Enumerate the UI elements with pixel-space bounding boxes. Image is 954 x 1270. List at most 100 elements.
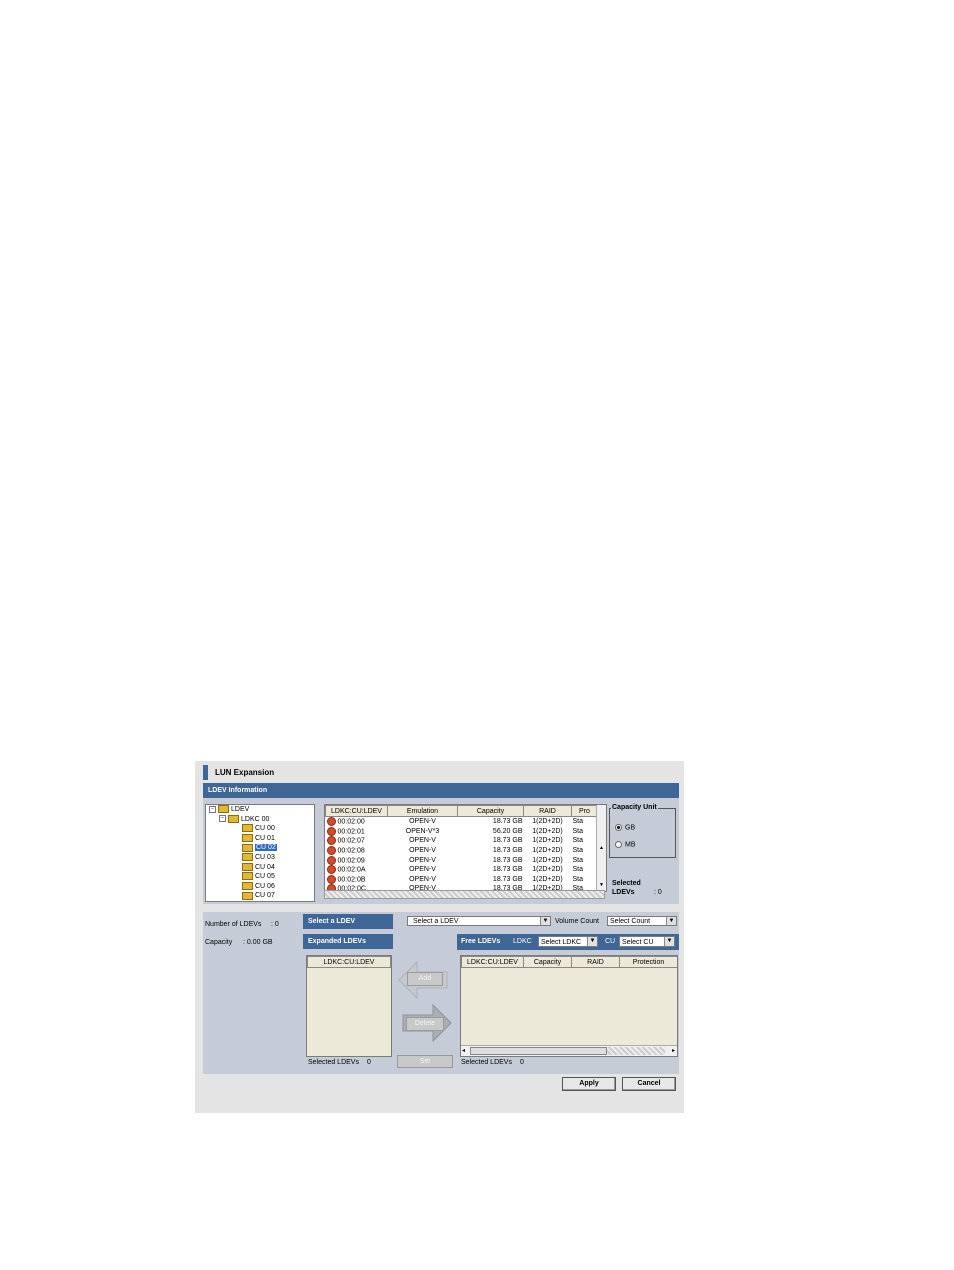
collapse-icon[interactable]: − [209, 805, 216, 813]
ldev-id-cell: 00:02:0A [326, 865, 388, 875]
radio-selected-icon[interactable] [615, 824, 622, 831]
ldkc-dropdown[interactable]: Select LDKC ▼ [538, 936, 598, 947]
cell-text: 18.73 GB [492, 856, 523, 864]
selected-ldevs-label: Selected [612, 880, 641, 887]
ldev-tree[interactable]: − LDEV − LDKC 00 CU 00 CU 01 CU 02 CU 03 C… [205, 804, 315, 902]
column-header[interactable]: LDKC:CU:LDEV [325, 805, 388, 817]
tree-item-cu[interactable]: CU 06 [206, 881, 314, 892]
table-row[interactable]: 00:02:08 OPEN-V 18.73 GB 1(2D+2D) Sta [326, 846, 598, 856]
scroll-right-icon[interactable]: ▸ [672, 1047, 675, 1054]
chevron-down-icon[interactable]: ▼ [540, 917, 550, 925]
table-cell: 18.73 GB [458, 836, 524, 846]
tree-item-cu[interactable]: CU 03 [206, 853, 314, 863]
delete-button[interactable]: Delete [406, 1017, 444, 1031]
table-row[interactable]: 00:02:0B OPEN-V 18.73 GB 1(2D+2D) Sta [326, 874, 598, 885]
radio-gb[interactable]: GB [615, 824, 635, 831]
tree-item-label: CU 00 [255, 825, 275, 833]
free-ldevs-title: Free LDEVs [461, 938, 501, 945]
dropdown-value: Select a LDEV [413, 918, 459, 925]
chevron-down-icon[interactable]: ▼ [587, 937, 597, 946]
tree-item-cu[interactable]: CU 04 [206, 862, 314, 873]
column-header[interactable]: Capacity [523, 956, 572, 968]
table-cell: 56.20 GB [458, 827, 524, 837]
set-button[interactable]: Set [397, 1055, 453, 1068]
table-row[interactable]: 00:02:00 OPEN-V 18.73 GB 1(2D+2D) Sta [326, 817, 598, 827]
tree-item-cu[interactable]: CU 01 [206, 833, 314, 844]
table-row[interactable]: 00:02:0A OPEN-V 18.73 GB 1(2D+2D) Sta [326, 865, 598, 875]
radio-mb[interactable]: MB [615, 841, 636, 848]
tree-item-cu-selected[interactable]: CU 02 [206, 843, 314, 853]
select-ldev-dropdown[interactable]: Select a LDEV ▼ [407, 916, 551, 926]
ldev-status-icon [326, 855, 336, 865]
tree-item-cu[interactable]: CU 05 [206, 872, 314, 882]
chevron-down-icon[interactable]: ▼ [666, 917, 676, 925]
folder-icon [242, 853, 253, 862]
table-cell: 18.73 GB [458, 875, 524, 885]
tree-item-ldev[interactable]: − LDEV [206, 805, 314, 815]
folder-icon [242, 872, 253, 881]
table-row[interactable]: 00:02:09 OPEN-V 18.73 GB 1(2D+2D) Sta [326, 855, 598, 865]
scroll-up-icon[interactable]: ▲ [599, 845, 604, 851]
cancel-button[interactable]: Cancel [622, 1077, 676, 1091]
folder-icon [228, 814, 239, 823]
scroll-down-icon[interactable]: ▼ [599, 882, 604, 888]
expanded-ldevs-table[interactable]: LDKC:CU:LDEV [306, 955, 392, 1057]
folder-icon [242, 824, 253, 833]
cell-text: OPEN-V [409, 837, 436, 845]
free-ldevs-table[interactable]: LDKC:CU:LDEV Capacity RAID Protection ◂ … [460, 955, 678, 1057]
tree-item-label: CU 02 [255, 844, 277, 852]
selected-ldevs-label-2: LDEVs [612, 889, 635, 896]
ldev-id-cell: 00:02:00 [326, 817, 388, 827]
chevron-down-icon[interactable]: ▼ [664, 937, 674, 946]
column-header[interactable]: Emulation [387, 805, 458, 817]
column-header[interactable]: LDKC:CU:LDEV [461, 956, 524, 968]
cell-text: 00:02:0B [337, 876, 366, 884]
ldev-table[interactable]: LDKC:CU:LDEV Emulation Capacity RAID Pro… [324, 804, 607, 892]
tree-item-cu[interactable]: CU 00 [206, 824, 314, 834]
cell-text: OPEN-V [409, 818, 436, 826]
table-cell: OPEN-V [388, 865, 458, 875]
expanded-selected-label: Selected LDEVs [308, 1059, 359, 1066]
tree-item-cu[interactable]: CU 07 [206, 891, 314, 901]
table-row[interactable]: 00:02:07 OPEN-V 18.73 GB 1(2D+2D) Sta [326, 836, 598, 846]
radio-icon[interactable] [615, 841, 622, 848]
ldev-id-cell: 00:02:07 [326, 836, 388, 846]
column-header[interactable]: Capacity [457, 805, 524, 817]
expanded-selected-value: 0 [367, 1059, 371, 1066]
scroll-left-icon[interactable]: ◂ [462, 1047, 465, 1054]
scroll-track[interactable] [607, 1047, 665, 1055]
column-header[interactable]: Protection [619, 956, 677, 968]
add-button[interactable]: Add [407, 972, 443, 986]
tree-item-label: LDKC 00 [241, 815, 270, 823]
volume-count-dropdown[interactable]: Select Count ▼ [607, 916, 677, 926]
cell-text: 1(2D+2D) [532, 847, 563, 855]
tree-item-label: CU 05 [255, 873, 275, 881]
tree-item-ldkc[interactable]: − LDKC 00 [206, 814, 314, 825]
column-header[interactable]: Pro [571, 805, 598, 817]
capacity-unit-group [609, 808, 676, 858]
table-row[interactable]: 00:02:01 OPEN-V*3 56.20 GB 1(2D+2D) Sta [326, 826, 598, 837]
free-horizontal-scrollbar[interactable]: ◂ ▸ [461, 1045, 677, 1056]
scroll-thumb[interactable] [470, 1047, 607, 1055]
table-cell: OPEN-V [388, 855, 458, 865]
selected-ldevs-value: : 0 [654, 889, 662, 896]
table-vertical-scrollbar[interactable]: ▲ ▼ [596, 805, 606, 891]
column-header[interactable]: LDKC:CU:LDEV [307, 956, 391, 968]
cell-text: OPEN-V*3 [405, 827, 440, 835]
table-horizontal-scrollbar[interactable] [324, 890, 605, 899]
tree-item-label: LDEV [231, 806, 250, 813]
capacity-value: : 0.00 GB [243, 939, 273, 946]
cell-text: 00:02:0A [337, 866, 366, 874]
folder-icon [242, 833, 253, 842]
cu-dropdown[interactable]: Select CU ▼ [619, 936, 675, 947]
cell-text: 1(2D+2D) [532, 827, 563, 835]
table-cell: OPEN-V [388, 817, 458, 827]
column-header[interactable]: RAID [571, 956, 620, 968]
tree-scrollbar[interactable] [206, 900, 216, 901]
cell-text: Sta [572, 875, 584, 883]
ldev-status-icon [326, 846, 336, 856]
column-header[interactable]: RAID [523, 805, 572, 817]
tree-item-label: CU 03 [255, 853, 275, 861]
collapse-icon[interactable]: − [219, 815, 226, 823]
apply-button[interactable]: Apply [562, 1077, 616, 1091]
